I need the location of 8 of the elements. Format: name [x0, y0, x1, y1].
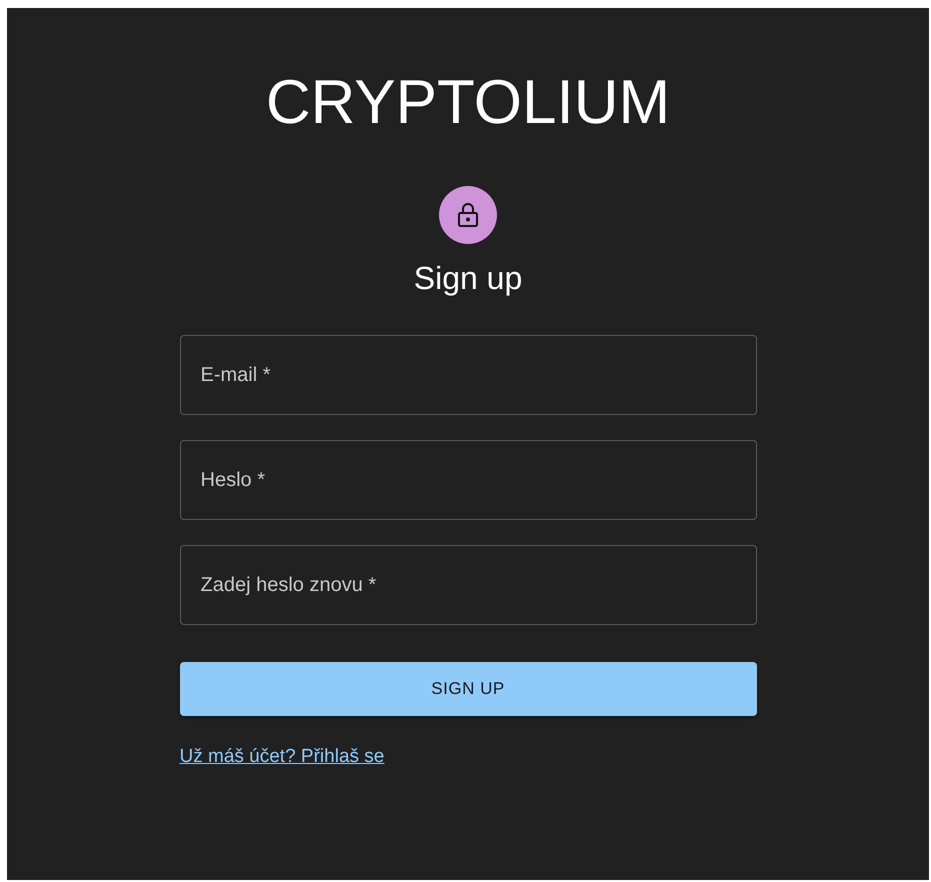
sign-up-button[interactable]: SIGN UP: [180, 662, 756, 716]
input-field[interactable]: Zadej heslo znovu *: [180, 545, 756, 625]
lock-icon: [457, 202, 479, 228]
form-heading: Sign up: [414, 259, 522, 298]
brand-title: CRYPTOLIUM: [266, 67, 670, 139]
input-field[interactable]: E-mail *: [180, 335, 756, 415]
input-field[interactable]: Heslo *: [180, 440, 756, 520]
login-link[interactable]: Už máš účet? Přihlaš se: [180, 746, 384, 767]
